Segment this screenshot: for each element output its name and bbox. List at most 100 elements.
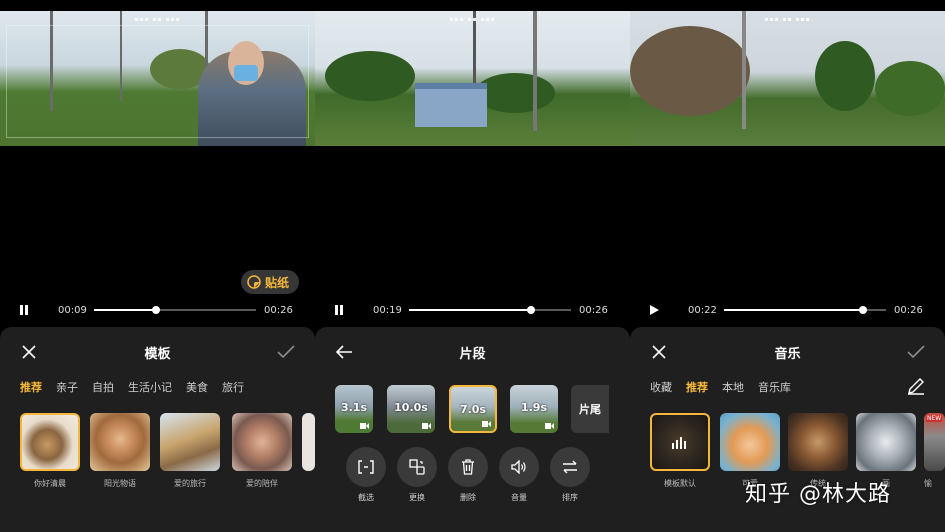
template-caption: 爱的陪伴 <box>246 479 278 488</box>
tool-label: 删除 <box>460 493 476 502</box>
total-time: 00:26 <box>579 304 608 316</box>
ending-clip[interactable]: 片尾 <box>571 385 609 433</box>
music-caption: 愉 <box>924 479 932 488</box>
clip-item-selected[interactable]: 7.0s <box>449 385 497 433</box>
tab-music-library[interactable]: 音乐库 <box>758 379 791 395</box>
sticker-icon <box>247 275 261 289</box>
template-thumbnail <box>20 413 80 471</box>
delete-tool[interactable]: 删除 <box>446 447 490 503</box>
total-time: 00:26 <box>264 304 293 316</box>
video-preview[interactable]: ▪▪▪ ▪▪ ▪▪▪ <box>0 11 315 146</box>
close-button[interactable] <box>18 341 40 363</box>
crop-tool[interactable]: 截选 <box>344 447 388 503</box>
video-icon <box>545 423 554 429</box>
music-item[interactable]: NEW 愉 <box>924 413 945 489</box>
top-dots: ▪▪▪ ▪▪ ▪▪▪ <box>134 16 181 23</box>
speaker-icon <box>511 460 526 474</box>
seek-bar[interactable] <box>94 306 256 314</box>
edit-button[interactable] <box>907 377 925 399</box>
replace-tool[interactable]: 更换 <box>395 447 439 503</box>
tab-recommended[interactable]: 推荐 <box>20 379 42 395</box>
template-item[interactable]: 你好清晨 <box>20 413 80 489</box>
template-thumbnail <box>160 413 220 471</box>
confirm-button[interactable] <box>275 341 297 363</box>
music-thumbnail <box>650 413 710 471</box>
template-thumbnail <box>232 413 292 471</box>
clip-item[interactable]: 10.0s <box>387 385 435 433</box>
sticker-label: 贴纸 <box>265 275 290 290</box>
close-button[interactable] <box>648 341 670 363</box>
template-caption: 你好清晨 <box>34 479 66 488</box>
pause-icon <box>335 305 343 315</box>
tab-food[interactable]: 美食 <box>186 379 208 395</box>
clips-panel: ▪▪▪ ▪▪ ▪▪▪ 00:19 00:26 片段 3.1s 10.0s 7.0… <box>315 0 630 532</box>
seek-handle[interactable] <box>151 306 160 314</box>
tool-label: 排序 <box>562 493 578 502</box>
equalizer-icon <box>672 437 686 449</box>
template-item[interactable]: 阳光物语 <box>90 413 150 489</box>
confirm-button[interactable] <box>905 341 927 363</box>
tab-travel[interactable]: 旅行 <box>222 379 244 395</box>
template-caption: 爱的旅行 <box>174 479 206 488</box>
crop-icon <box>358 460 374 474</box>
template-sheet: 模板 推荐 亲子 自拍 生活小记 美食 旅行 你好清晨 阳光物语 爱的旅行 爱的… <box>0 327 315 532</box>
music-item-selected[interactable]: 模板默认 <box>650 413 710 489</box>
seek-bar[interactable] <box>724 306 886 314</box>
template-item[interactable] <box>302 413 315 471</box>
pause-button[interactable] <box>333 304 359 316</box>
clip-duration: 1.9s <box>520 401 548 414</box>
seek-bar[interactable] <box>409 306 571 314</box>
video-preview[interactable]: ▪▪▪ ▪▪ ▪▪▪ <box>630 11 945 146</box>
back-arrow-icon <box>335 345 352 359</box>
category-tabs: 推荐 亲子 自拍 生活小记 美食 旅行 <box>0 377 315 397</box>
screen: ▪▪▪ ▪▪ ▪▪▪ 贴纸 00:09 00:26 模板 推荐 亲子 自拍 生活… <box>0 0 945 532</box>
sort-tool[interactable]: 排序 <box>548 447 592 503</box>
play-button[interactable] <box>648 304 674 316</box>
clips-sheet: 片段 3.1s 10.0s 7.0s 1.9s 片尾 截选 更换 删除 音量 排… <box>315 327 630 532</box>
tab-selfie[interactable]: 自拍 <box>92 379 114 395</box>
tab-favorites[interactable]: 收藏 <box>650 379 672 395</box>
music-thumbnail: NEW <box>924 413 945 471</box>
tool-label: 截选 <box>358 493 374 502</box>
template-list: 你好清晨 阳光物语 爱的旅行 爱的陪伴 <box>0 413 315 493</box>
back-button[interactable] <box>333 341 355 363</box>
current-time: 00:19 <box>373 304 402 316</box>
tab-recommended[interactable]: 推荐 <box>686 379 708 395</box>
watermark-text: 知乎 @林大路 <box>745 482 891 507</box>
pause-icon <box>20 305 28 315</box>
seek-handle[interactable] <box>526 306 535 314</box>
music-thumbnail <box>720 413 780 471</box>
check-icon <box>907 345 925 359</box>
sticker-button[interactable]: 贴纸 <box>241 270 300 294</box>
sheet-title: 音乐 <box>774 346 801 362</box>
sheet-title: 片段 <box>459 346 486 362</box>
clip-duration: 7.0s <box>459 403 487 416</box>
video-icon <box>422 423 431 429</box>
top-dots: ▪▪▪ ▪▪ ▪▪▪ <box>449 16 496 23</box>
tool-label: 音量 <box>511 493 527 502</box>
tab-life-notes[interactable]: 生活小记 <box>128 379 172 395</box>
video-preview[interactable]: ▪▪▪ ▪▪ ▪▪▪ <box>315 11 630 146</box>
template-item[interactable]: 爱的旅行 <box>160 413 220 489</box>
template-panel: ▪▪▪ ▪▪ ▪▪▪ 贴纸 00:09 00:26 模板 推荐 亲子 自拍 生活… <box>0 0 315 532</box>
play-icon <box>650 305 659 315</box>
playback-bar: 00:09 00:26 <box>0 300 315 320</box>
sort-icon <box>563 460 577 474</box>
template-thumbnail <box>302 413 315 471</box>
ending-clip-label: 片尾 <box>579 403 601 416</box>
seek-handle[interactable] <box>859 306 868 314</box>
tool-label: 更换 <box>409 493 425 502</box>
clip-item[interactable]: 3.1s <box>335 385 373 433</box>
volume-tool[interactable]: 音量 <box>497 447 541 503</box>
pause-button[interactable] <box>18 304 44 316</box>
tab-local[interactable]: 本地 <box>722 379 744 395</box>
clip-toolbar: 截选 更换 删除 音量 排序 <box>315 447 630 507</box>
clip-item[interactable]: 1.9s <box>510 385 558 433</box>
tab-family[interactable]: 亲子 <box>56 379 78 395</box>
template-thumbnail <box>90 413 150 471</box>
template-item[interactable]: 爱的陪伴 <box>232 413 292 489</box>
close-icon <box>652 345 666 359</box>
video-icon <box>360 423 369 429</box>
video-icon <box>482 421 491 427</box>
current-time: 00:22 <box>688 304 717 316</box>
